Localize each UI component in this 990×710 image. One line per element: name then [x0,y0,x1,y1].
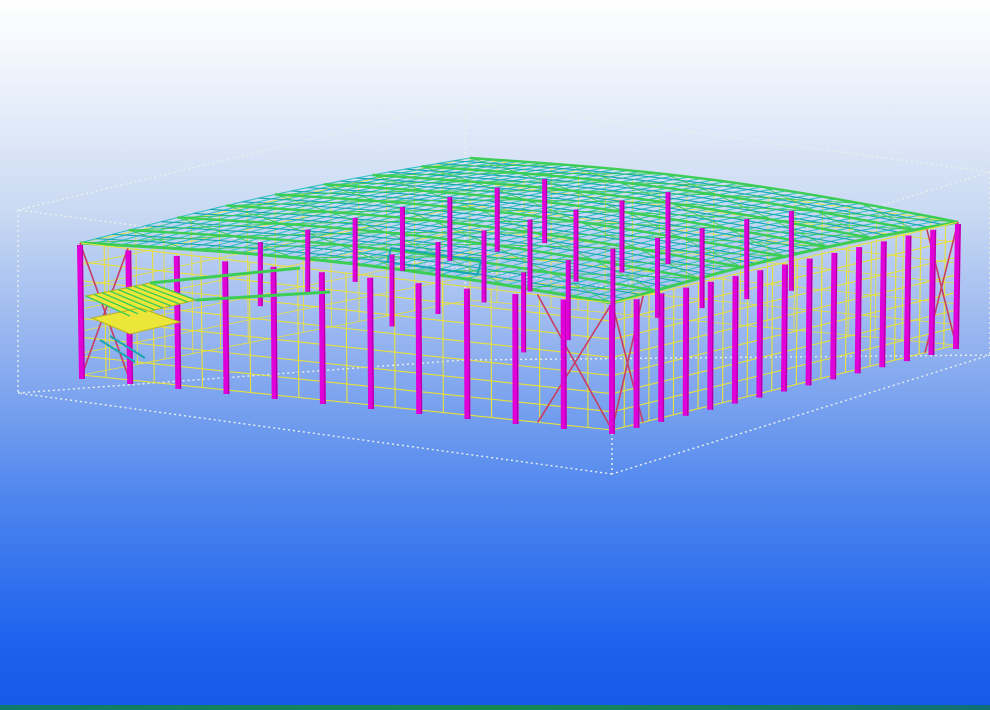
front-right-column-edge [711,281,714,410]
front-left-column [77,244,85,380]
front-right-column [805,258,813,386]
front-right-wall-post [697,282,700,409]
wall-brace [537,302,613,423]
bbox-bottom-edge [611,354,990,475]
front-right-wall-post [869,242,873,367]
front-right-wall-post [918,230,922,355]
front-left-wall-post [442,283,444,413]
front-right-column [953,223,961,350]
mezzanine-platform[interactable] [84,266,331,363]
steel-building-model[interactable] [0,0,990,710]
front-left-wall-post [248,262,252,393]
front-right-wall-post [844,248,848,373]
bbox-top-edge [464,101,990,173]
roof-frame[interactable] [79,156,959,305]
front-right-column [707,281,714,410]
model-3d-viewport[interactable] [0,0,990,710]
front-right-wall-post [894,236,897,361]
front-right-column [854,247,863,374]
front-right-column [731,276,739,404]
back-left-wall-post [358,182,360,322]
front-right-wall-post [795,259,798,385]
front-left-column [222,261,230,395]
front-left-column [367,277,375,410]
front-left-wall-post [200,256,204,388]
front-left-column [270,266,278,400]
front-left-column [463,288,471,420]
front-right-column [928,229,937,356]
front-left-wall-post [345,272,348,403]
front-right-column [830,252,838,380]
front-right-column [756,270,764,398]
bottom-status-strip [0,705,990,710]
front-right-wall-post [722,276,724,403]
front-right-column [781,264,788,392]
front-right-column [879,241,887,368]
front-left-column [415,283,423,415]
front-right-column [903,235,912,362]
front-left-column-edge [468,288,470,420]
bbox-bottom-edge [17,392,613,475]
front-right-wall-post [820,253,823,379]
